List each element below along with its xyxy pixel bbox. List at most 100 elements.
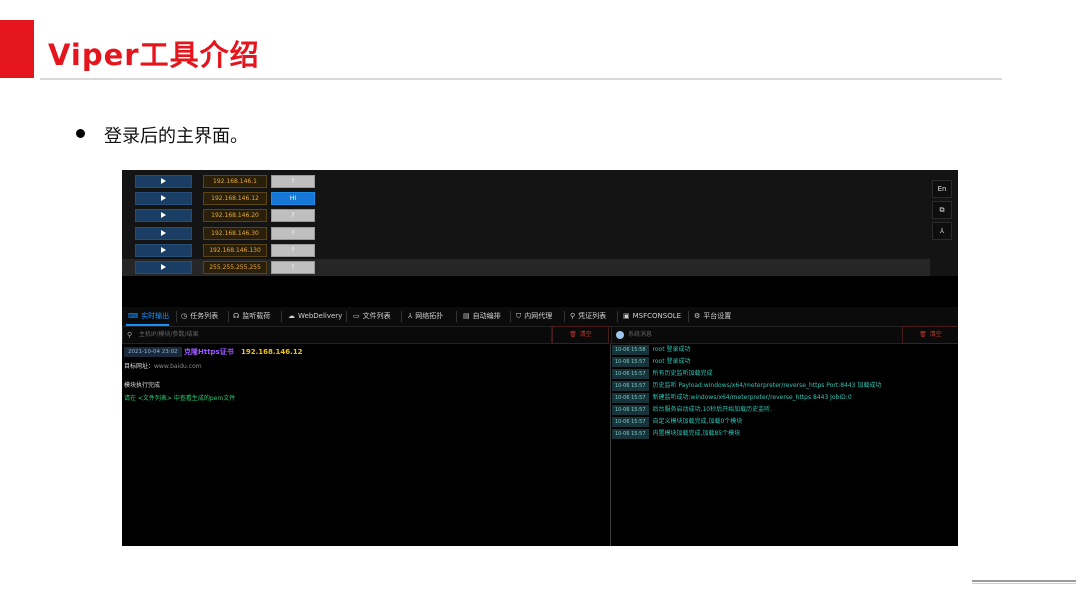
list-item: 10-06 15:57 自定义模块加载完成,加载0个模块	[612, 417, 742, 428]
tab-file-list[interactable]: ▭ 文件列表	[351, 307, 391, 326]
list-item: 10-06 15:57 内置模块加载完成,加载85个模块	[612, 429, 740, 440]
message-text: 历史监听 Payload:windows/x64/meterpreter/rev…	[652, 382, 882, 389]
message-time: 10-06 15:57	[612, 357, 649, 367]
footer-line	[972, 583, 1076, 584]
tab-platform-settings[interactable]: ⚙ 平台设置	[692, 307, 731, 326]
message-text: 所有历史监听加载完成	[652, 370, 713, 377]
list-item: 10-06 15:57 新建监听成功:windows/x64/meterprete…	[612, 393, 852, 404]
log-target-line: 目标网址：www.baidu.com	[124, 361, 202, 370]
host-tag[interactable]: ?	[271, 175, 315, 188]
console-icon: ▣	[623, 312, 630, 320]
play-icon[interactable]	[135, 209, 192, 222]
tab-task-list[interactable]: ◷ 任务列表	[179, 307, 218, 326]
system-message-header: 系统消息	[611, 326, 903, 344]
system-message-label: 系统消息	[628, 331, 653, 338]
slide-title: Viper工具介绍	[48, 38, 260, 72]
host-ip: 255.255.255.255	[203, 261, 267, 274]
tab-label: 凭证列表	[578, 312, 607, 320]
tab-label: WebDelivery	[298, 312, 343, 320]
panel-headers: ⚲ 主机IP/模块/参数/结果 🗑 清空 系统消息 🗑 清空	[122, 326, 958, 344]
cloud-icon: ☁	[288, 312, 295, 320]
clear-messages-button[interactable]: 🗑 清空	[902, 326, 958, 344]
host-row[interactable]: 192.168.146.30 ?	[122, 225, 930, 242]
message-text: 自定义模块加载完成,加载0个模块	[652, 418, 743, 425]
title-divider	[40, 78, 1002, 80]
tab-intranet-proxy[interactable]: ⛉ 内网代理	[514, 307, 552, 326]
host-row[interactable]: 192.168.146.1 ?	[122, 173, 930, 190]
message-text: root 登录成功	[652, 346, 691, 353]
host-ip: 192.168.146.20	[203, 209, 267, 222]
bullet-dot	[76, 129, 85, 138]
host-row[interactable]: 255.255.255.255 ?	[122, 259, 930, 276]
clear-output-button[interactable]: 🗑 清空	[552, 326, 609, 344]
list-item: 10-06 15:57 后台服务启动成功,10秒后开始加载历史监听.	[612, 405, 772, 416]
tab-label: 实时输出	[141, 312, 170, 320]
host-tag[interactable]: ?	[271, 227, 315, 240]
host-tag[interactable]: ?	[271, 261, 315, 274]
play-icon[interactable]	[135, 192, 192, 205]
tab-label: 任务列表	[190, 312, 219, 320]
host-tag[interactable]: ?	[271, 209, 315, 222]
tab-bar: ⌨ 实时输出 ◷ 任务列表 ☊ 监听载荷 ☁ WebDelivery ▭ 文件列表 ⅄ 网络…	[122, 307, 958, 327]
tab-webdelivery[interactable]: ☁ WebDelivery	[286, 307, 342, 326]
tab-realtime-output[interactable]: ⌨ 实时输出	[126, 307, 170, 326]
message-time: 10-06 15:57	[612, 381, 649, 391]
screen-icon[interactable]: ⧉	[932, 201, 952, 219]
tab-label: MSFCONSOLE	[632, 312, 682, 320]
list-item: 10-06 15:57 历史监听 Payload:windows/x64/mete…	[612, 381, 881, 392]
list-item: 10-06 15:57 root 登录成功	[612, 357, 690, 368]
play-icon[interactable]	[135, 227, 192, 240]
footer-line	[972, 580, 1076, 582]
tab-auto-orchestration[interactable]: ▤ 自动编排	[461, 307, 501, 326]
search-input[interactable]: ⚲ 主机IP/模块/参数/结果	[122, 326, 552, 344]
message-text: 新建监听成功:windows/x64/meterpreter/reverse_h…	[652, 394, 852, 401]
tab-credential-list[interactable]: ⚲ 凭证列表	[568, 307, 606, 326]
host-ip: 192.168.146.30	[203, 227, 267, 240]
play-icon[interactable]	[135, 175, 192, 188]
message-time: 10-06 15:58	[612, 345, 649, 355]
host-row[interactable]: 192.168.146.130 ?	[122, 242, 930, 259]
tab-label: 监听载荷	[242, 312, 271, 320]
tab-label: 网络拓扑	[415, 312, 444, 320]
clear-label: 清空	[929, 331, 942, 338]
target-url: www.baidu.com	[154, 363, 202, 370]
tab-label: 平台设置	[703, 312, 732, 320]
headset-icon: ☊	[233, 312, 240, 320]
host-tag[interactable]: HI	[271, 192, 315, 205]
tab-msfconsole[interactable]: ▣ MSFCONSOLE	[621, 307, 681, 326]
tab-network-topology[interactable]: ⅄ 网络拓扑	[406, 307, 443, 326]
play-icon[interactable]	[135, 244, 192, 257]
log-host-ip: 192.168.146.12	[241, 348, 303, 356]
keyboard-icon: ⌨	[128, 312, 139, 320]
viper-screenshot: 192.168.146.1 ? 192.168.146.12 HI 192.16…	[122, 170, 958, 546]
trash-icon: 🗑	[919, 331, 927, 338]
message-time: 10-06 15:57	[612, 393, 649, 403]
play-icon[interactable]	[135, 261, 192, 274]
document-icon: ▤	[463, 312, 470, 320]
search-icon: ⚲	[127, 331, 133, 339]
tab-listener-payload[interactable]: ☊ 监听载荷	[231, 307, 270, 326]
tab-label: 自动编排	[472, 312, 501, 320]
message-text: 后台服务启动成功,10秒后开始加载历史监听.	[652, 406, 772, 413]
pane-divider[interactable]	[610, 343, 611, 546]
bullet-text: 登录后的主界面。	[104, 126, 248, 147]
trash-icon: 🗑	[569, 331, 577, 338]
host-ip: 192.168.146.12	[203, 192, 267, 205]
topology-icon[interactable]: ⅄	[932, 222, 952, 240]
message-time: 10-06 15:57	[612, 405, 649, 415]
host-tag[interactable]: ?	[271, 244, 315, 257]
message-time: 10-06 15:57	[612, 369, 649, 379]
notification-icon	[616, 331, 624, 339]
list-item: 10-06 15:57 所有历史监听加载完成	[612, 369, 713, 380]
host-row[interactable]: 192.168.146.12 HI	[122, 190, 930, 207]
target-label: 目标网址：	[124, 363, 155, 370]
gear-icon: ⚙	[694, 312, 701, 320]
host-ip: 192.168.146.130	[203, 244, 267, 257]
topology-icon: ⅄	[408, 312, 413, 320]
list-item: 10-06 15:58 root 登录成功	[612, 345, 690, 356]
host-row[interactable]: 192.168.146.20 ?	[122, 207, 930, 224]
system-message-log: 10-06 15:58 root 登录成功 10-06 15:57 root 登录成…	[612, 345, 958, 545]
language-toggle-button[interactable]: En	[932, 180, 952, 198]
log-timestamp: 2021-10-04 23:02	[124, 347, 182, 357]
realtime-output-log: 2021-10-04 23:02 克隆Https证书 192.168.146.1…	[122, 345, 608, 545]
